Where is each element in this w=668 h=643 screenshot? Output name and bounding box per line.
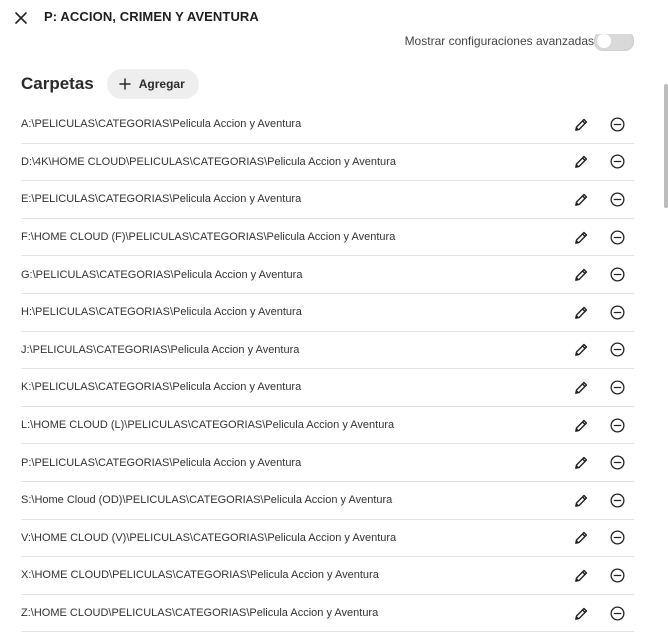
pencil-icon (574, 494, 587, 507)
remove-folder-button[interactable] (607, 415, 627, 435)
edit-folder-button[interactable] (571, 377, 591, 397)
advanced-settings-label: Mostrar configuraciones avanzadas (404, 34, 594, 48)
folder-row: F:\HOME CLOUD (F)\PELICULAS\CATEGORIAS\P… (21, 219, 634, 257)
folders-header: Carpetas Agregar (21, 68, 199, 100)
edit-folder-button[interactable] (571, 265, 591, 285)
add-folder-button[interactable]: Agregar (106, 69, 199, 99)
edit-folder-button[interactable] (571, 565, 591, 585)
edit-folder-button[interactable] (571, 302, 591, 322)
toggle-knob (597, 34, 611, 48)
folder-path: S:\Home Cloud (OD)\PELICULAS\CATEGORIAS\… (21, 494, 393, 507)
edit-folder-button[interactable] (571, 340, 591, 360)
minus-circle-icon (609, 606, 625, 621)
advanced-settings-toggle[interactable] (594, 31, 634, 51)
pencil-icon (574, 231, 587, 244)
edit-folder-button[interactable] (571, 603, 591, 623)
remove-folder-button[interactable] (607, 453, 627, 473)
folder-row: G:\PELICULAS\CATEGORIAS\Pelicula Accion … (21, 256, 634, 294)
scrollbar[interactable] (664, 84, 668, 208)
minus-circle-icon (609, 568, 625, 583)
pencil-icon (574, 269, 587, 282)
folder-row: A:\PELICULAS\CATEGORIAS\Pelicula Accion … (21, 106, 634, 144)
folder-path: L:\HOME CLOUD (L)\PELICULAS\CATEGORIAS\P… (21, 419, 395, 432)
minus-circle-icon (609, 117, 625, 132)
remove-folder-button[interactable] (607, 265, 627, 285)
pencil-icon (574, 456, 587, 470)
remove-folder-button[interactable] (607, 227, 627, 247)
folder-row: S:\Home Cloud (OD)\PELICULAS\CATEGORIAS\… (21, 482, 634, 520)
folder-row: H:\PELICULAS\CATEGORIAS\Pelicula Accion … (21, 294, 634, 332)
dialog-header: P: ACCION, CRIMEN Y AVENTURA (0, 0, 668, 34)
pencil-icon (574, 569, 587, 582)
minus-circle-icon (609, 192, 625, 207)
edit-folder-button[interactable] (571, 415, 591, 435)
minus-circle-icon (609, 380, 625, 395)
remove-folder-button[interactable] (607, 189, 627, 209)
minus-circle-icon (609, 530, 625, 545)
remove-folder-button[interactable] (607, 603, 627, 623)
minus-circle-icon (609, 342, 625, 357)
pencil-icon (574, 381, 587, 394)
folder-path: X:\HOME CLOUD\PELICULAS\CATEGORIAS\Pelic… (21, 569, 379, 582)
remove-folder-button[interactable] (607, 565, 627, 585)
remove-folder-button[interactable] (607, 490, 627, 510)
folder-path: J:\PELICULAS\CATEGORIAS\Pelicula Accion … (21, 343, 300, 356)
pencil-icon (574, 607, 587, 620)
minus-circle-icon (609, 267, 625, 282)
remove-folder-button[interactable] (607, 528, 627, 548)
folder-row: X:\HOME CLOUD\PELICULAS\CATEGORIAS\Pelic… (21, 557, 634, 595)
pencil-icon (574, 306, 587, 319)
pencil-icon (574, 344, 587, 357)
folder-row: D:\4K\HOME CLOUD\PELICULAS\CATEGORIAS\Pe… (21, 144, 634, 182)
pencil-icon (574, 419, 587, 432)
minus-circle-icon (609, 493, 625, 508)
folder-row: K:\PELICULAS\CATEGORIAS\Pelicula Accion … (21, 369, 634, 407)
pencil-icon (574, 156, 587, 169)
folder-list: A:\PELICULAS\CATEGORIAS\Pelicula Accion … (21, 106, 634, 633)
pencil-icon (574, 118, 587, 131)
folder-path: K:\PELICULAS\CATEGORIAS\Pelicula Accion … (21, 381, 302, 394)
remove-folder-button[interactable] (607, 377, 627, 397)
folder-row: E:\PELICULAS\CATEGORIAS\Pelicula Accion … (21, 181, 634, 219)
close-icon (15, 12, 27, 24)
dialog-title: P: ACCION, CRIMEN Y AVENTURA (44, 9, 259, 24)
remove-folder-button[interactable] (607, 302, 627, 322)
pencil-icon (574, 193, 587, 206)
folder-path: A:\PELICULAS\CATEGORIAS\Pelicula Accion … (21, 118, 302, 131)
folder-row: V:\HOME CLOUD (V)\PELICULAS\CATEGORIAS\P… (21, 520, 634, 558)
minus-circle-icon (609, 455, 625, 470)
remove-folder-button[interactable] (607, 152, 627, 172)
minus-circle-icon (609, 418, 625, 433)
folder-path: F:\HOME CLOUD (F)\PELICULAS\CATEGORIAS\P… (21, 231, 396, 244)
plus-icon (119, 78, 131, 90)
folder-path: P:\PELICULAS\CATEGORIAS\Pelicula Accion … (21, 456, 302, 469)
folder-row: J:\PELICULAS\CATEGORIAS\Pelicula Accion … (21, 332, 634, 370)
remove-folder-button[interactable] (607, 340, 627, 360)
folders-title: Carpetas (21, 74, 94, 93)
folder-row: P:\PELICULAS\CATEGORIAS\Pelicula Accion … (21, 444, 634, 482)
folder-path: D:\4K\HOME CLOUD\PELICULAS\CATEGORIAS\Pe… (21, 155, 396, 168)
edit-folder-button[interactable] (571, 453, 591, 473)
edit-folder-button[interactable] (571, 490, 591, 510)
minus-circle-icon (609, 305, 625, 320)
edit-folder-button[interactable] (571, 528, 591, 548)
folder-path: Z:\HOME CLOUD\PELICULAS\CATEGORIAS\Pelic… (21, 607, 379, 620)
add-folder-label: Agregar (138, 77, 185, 91)
edit-folder-button[interactable] (571, 152, 591, 172)
edit-folder-button[interactable] (571, 227, 591, 247)
folder-row: L:\HOME CLOUD (L)\PELICULAS\CATEGORIAS\P… (21, 407, 634, 445)
folder-row: Z:\HOME CLOUD\PELICULAS\CATEGORIAS\Pelic… (21, 595, 634, 633)
folder-path: E:\PELICULAS\CATEGORIAS\Pelicula Accion … (21, 193, 302, 206)
remove-folder-button[interactable] (607, 114, 627, 134)
folder-path: H:\PELICULAS\CATEGORIAS\Pelicula Accion … (21, 306, 302, 319)
minus-circle-icon (609, 154, 625, 169)
folder-path: V:\HOME CLOUD (V)\PELICULAS\CATEGORIAS\P… (21, 531, 397, 544)
edit-folder-button[interactable] (571, 189, 591, 209)
folder-path: G:\PELICULAS\CATEGORIAS\Pelicula Accion … (21, 268, 303, 281)
close-button[interactable] (12, 9, 30, 27)
minus-circle-icon (609, 230, 625, 245)
pencil-icon (574, 532, 587, 545)
edit-folder-button[interactable] (571, 114, 591, 134)
